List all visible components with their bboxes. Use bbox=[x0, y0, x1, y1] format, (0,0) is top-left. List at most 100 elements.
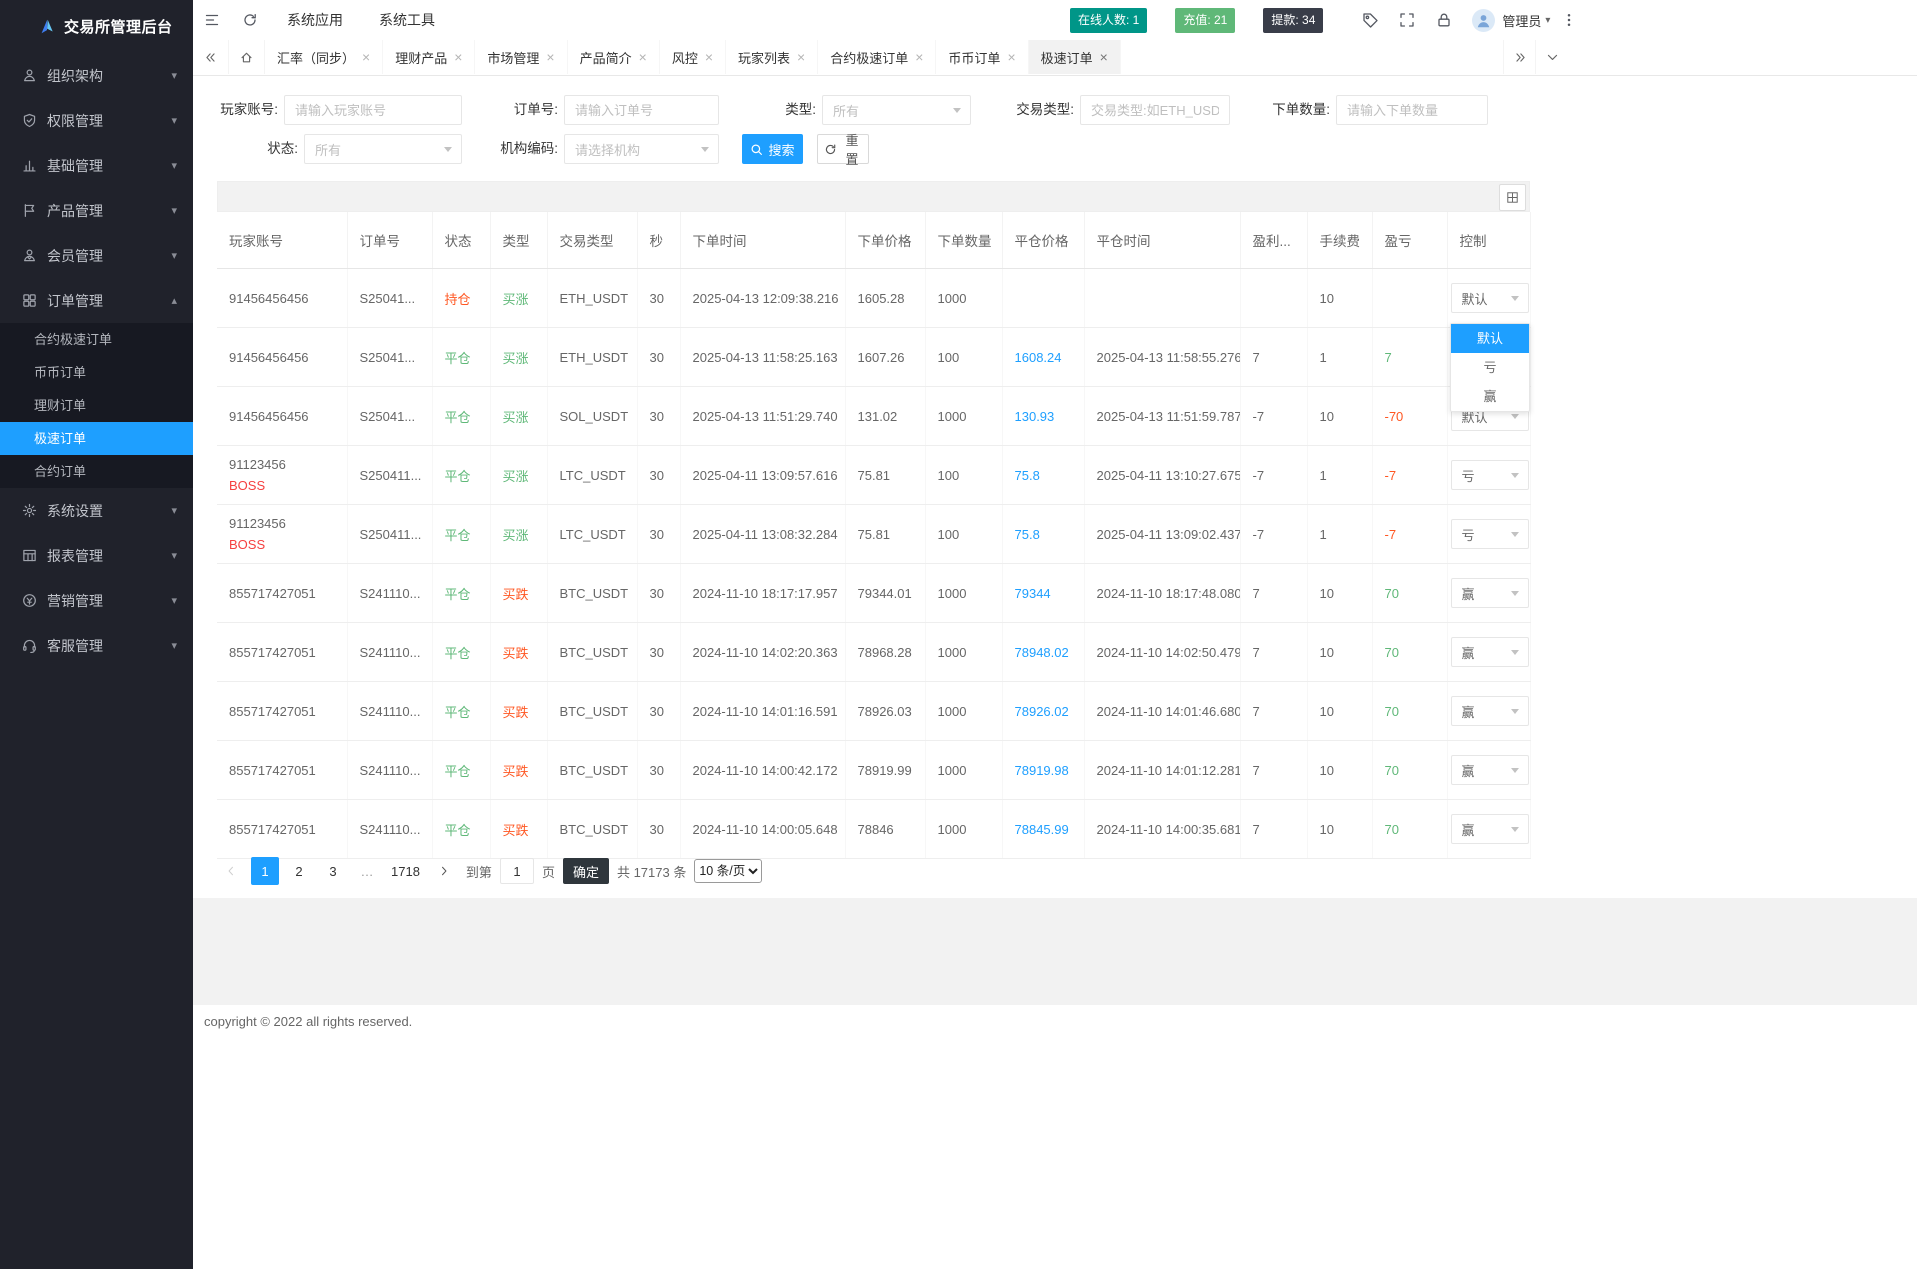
cell-close-price: 78845.99 bbox=[1002, 800, 1084, 859]
sidebar-item-marketing[interactable]: 营销管理▾ bbox=[0, 578, 193, 623]
boss-tag: BOSS bbox=[229, 478, 343, 493]
sidebar-item-organization[interactable]: 组织架构▾ bbox=[0, 53, 193, 98]
goto-page-input[interactable] bbox=[500, 858, 534, 884]
trade-type-input[interactable] bbox=[1080, 95, 1230, 125]
type-select[interactable]: 所有 bbox=[822, 95, 971, 125]
orders-table: 玩家账号订单号状态类型交易类型秒下单时间下单价格下单数量平仓价格平仓时间盈利..… bbox=[217, 212, 1531, 859]
cell-profit: 7 bbox=[1240, 623, 1307, 682]
more-menu-icon[interactable] bbox=[1550, 0, 1587, 40]
badge-withdraw[interactable]: 提款: 34 bbox=[1263, 8, 1323, 33]
tab-player-list[interactable]: 玩家列表× bbox=[726, 40, 818, 74]
close-icon[interactable]: × bbox=[546, 50, 554, 64]
page-button-2[interactable]: 2 bbox=[285, 857, 313, 885]
tabs-scroll-left-icon[interactable] bbox=[193, 40, 229, 74]
close-icon[interactable]: × bbox=[797, 50, 805, 64]
nav-system-tools[interactable]: 系统工具 bbox=[361, 0, 453, 40]
sidebar-item-orders[interactable]: 订单管理▴ bbox=[0, 278, 193, 323]
tab-contract-fast-orders[interactable]: 合约极速订单× bbox=[818, 40, 936, 74]
tab-exchange-rate[interactable]: 汇率（同步）× bbox=[265, 40, 383, 74]
page-button-1718[interactable]: 1718 bbox=[387, 857, 424, 885]
control-select[interactable]: 赢 bbox=[1451, 578, 1529, 608]
sidebar-item-system-settings[interactable]: 系统设置▾ bbox=[0, 488, 193, 533]
refresh-icon[interactable] bbox=[231, 0, 269, 40]
prev-page-icon[interactable] bbox=[217, 857, 245, 885]
player-account-input[interactable] bbox=[284, 95, 462, 125]
tab-product-intro[interactable]: 产品简介× bbox=[568, 40, 660, 74]
page-size-select[interactable]: 10 条/页 bbox=[694, 859, 762, 883]
close-price-link[interactable]: 78845.99 bbox=[1015, 822, 1069, 837]
control-select[interactable]: 赢 bbox=[1451, 637, 1529, 667]
column-filter-button[interactable] bbox=[1499, 184, 1526, 211]
control-select[interactable]: 亏 bbox=[1451, 519, 1529, 549]
close-icon[interactable]: × bbox=[1007, 50, 1015, 64]
tab-market[interactable]: 市场管理× bbox=[475, 40, 567, 74]
tabs-menu-icon[interactable] bbox=[1535, 40, 1568, 74]
cell-order-time: 2024-11-10 14:00:05.648 bbox=[680, 800, 845, 859]
cell-close-time: 2024-11-10 14:01:46.680 bbox=[1084, 682, 1240, 741]
tab-coin-orders[interactable]: 币币订单× bbox=[936, 40, 1028, 74]
status-select[interactable]: 所有 bbox=[304, 134, 462, 164]
cell-order-price: 79344.01 bbox=[845, 564, 925, 623]
dropdown-option-lose[interactable]: 亏 bbox=[1451, 353, 1529, 382]
close-icon[interactable]: × bbox=[639, 50, 647, 64]
close-icon[interactable]: × bbox=[915, 50, 923, 64]
nav-system-apps[interactable]: 系统应用 bbox=[269, 0, 361, 40]
sidebar-item-members[interactable]: 会员管理▾ bbox=[0, 233, 193, 278]
close-icon[interactable]: × bbox=[454, 50, 462, 64]
tab-finance-products[interactable]: 理财产品× bbox=[383, 40, 475, 74]
cell-player-account: 91456456456 bbox=[217, 269, 347, 328]
control-select[interactable]: 赢 bbox=[1451, 814, 1529, 844]
user-menu[interactable]: 管理员▾ bbox=[1472, 9, 1550, 32]
org-code-select[interactable]: 请选择机构 bbox=[564, 134, 719, 164]
sidebar-subitem-finance-orders[interactable]: 理财订单 bbox=[0, 389, 193, 422]
close-price-link[interactable]: 79344 bbox=[1015, 586, 1051, 601]
badge-recharge[interactable]: 充值: 21 bbox=[1175, 8, 1235, 33]
order-no-input[interactable] bbox=[564, 95, 719, 125]
page-button-3[interactable]: 3 bbox=[319, 857, 347, 885]
close-price-link[interactable]: 78948.02 bbox=[1015, 645, 1069, 660]
badge-online-count[interactable]: 在线人数: 1 bbox=[1070, 8, 1147, 33]
close-price-link[interactable]: 75.8 bbox=[1015, 527, 1040, 542]
confirm-button[interactable]: 确定 bbox=[563, 858, 609, 884]
sidebar-item-products[interactable]: 产品管理▾ bbox=[0, 188, 193, 233]
tabs-scroll-right-icon[interactable] bbox=[1503, 40, 1536, 74]
reset-button[interactable]: 重置 bbox=[817, 134, 869, 164]
search-button[interactable]: 搜索 bbox=[742, 134, 803, 164]
sidebar-subitem-fast-orders[interactable]: 极速订单 bbox=[0, 422, 193, 455]
next-page-icon[interactable] bbox=[430, 857, 458, 885]
sidebar-item-customer-service[interactable]: 客服管理▾ bbox=[0, 623, 193, 668]
control-select[interactable]: 赢 bbox=[1451, 696, 1529, 726]
sidebar-item-basic[interactable]: 基础管理▾ bbox=[0, 143, 193, 188]
close-icon[interactable]: × bbox=[705, 50, 713, 64]
col-fee: 手续费 bbox=[1307, 212, 1372, 269]
fullscreen-icon[interactable] bbox=[1388, 0, 1425, 40]
close-price-link[interactable]: 78926.02 bbox=[1015, 704, 1069, 719]
sidebar-subitem-coin-orders[interactable]: 币币订单 bbox=[0, 356, 193, 389]
close-price-link[interactable]: 75.8 bbox=[1015, 468, 1040, 483]
sidebar-subitem-contract-orders[interactable]: 合约订单 bbox=[0, 455, 193, 488]
tab-fast-orders[interactable]: 极速订单× bbox=[1029, 40, 1121, 74]
control-select[interactable]: 默认 bbox=[1451, 283, 1529, 313]
cell-control: 赢 bbox=[1447, 623, 1530, 682]
sidebar-item-permissions[interactable]: 权限管理▾ bbox=[0, 98, 193, 143]
close-price-link[interactable]: 78919.98 bbox=[1015, 763, 1069, 778]
control-select[interactable]: 亏 bbox=[1451, 460, 1529, 490]
order-qty-input[interactable] bbox=[1336, 95, 1488, 125]
sidebar-item-reports[interactable]: 报表管理▾ bbox=[0, 533, 193, 578]
close-icon[interactable]: × bbox=[1100, 50, 1108, 64]
control-select[interactable]: 赢 bbox=[1451, 755, 1529, 785]
dropdown-option-default[interactable]: 默认 bbox=[1451, 324, 1529, 353]
sidebar-subitem-contract-fast-orders[interactable]: 合约极速订单 bbox=[0, 323, 193, 356]
lock-icon[interactable] bbox=[1425, 0, 1462, 40]
close-price-link[interactable]: 130.93 bbox=[1015, 409, 1055, 424]
home-tab-icon[interactable] bbox=[229, 40, 265, 74]
page-button-1[interactable]: 1 bbox=[251, 857, 279, 885]
tag-icon[interactable] bbox=[1351, 0, 1388, 40]
close-price-link[interactable]: 1608.24 bbox=[1015, 350, 1062, 365]
tab-risk-control[interactable]: 风控× bbox=[660, 40, 726, 74]
close-icon[interactable]: × bbox=[362, 50, 370, 64]
collapse-sidebar-icon[interactable] bbox=[193, 0, 231, 40]
chevron-down-icon bbox=[444, 147, 452, 156]
dropdown-option-win[interactable]: 赢 bbox=[1451, 382, 1529, 411]
cell-control: 赢 bbox=[1447, 682, 1530, 741]
